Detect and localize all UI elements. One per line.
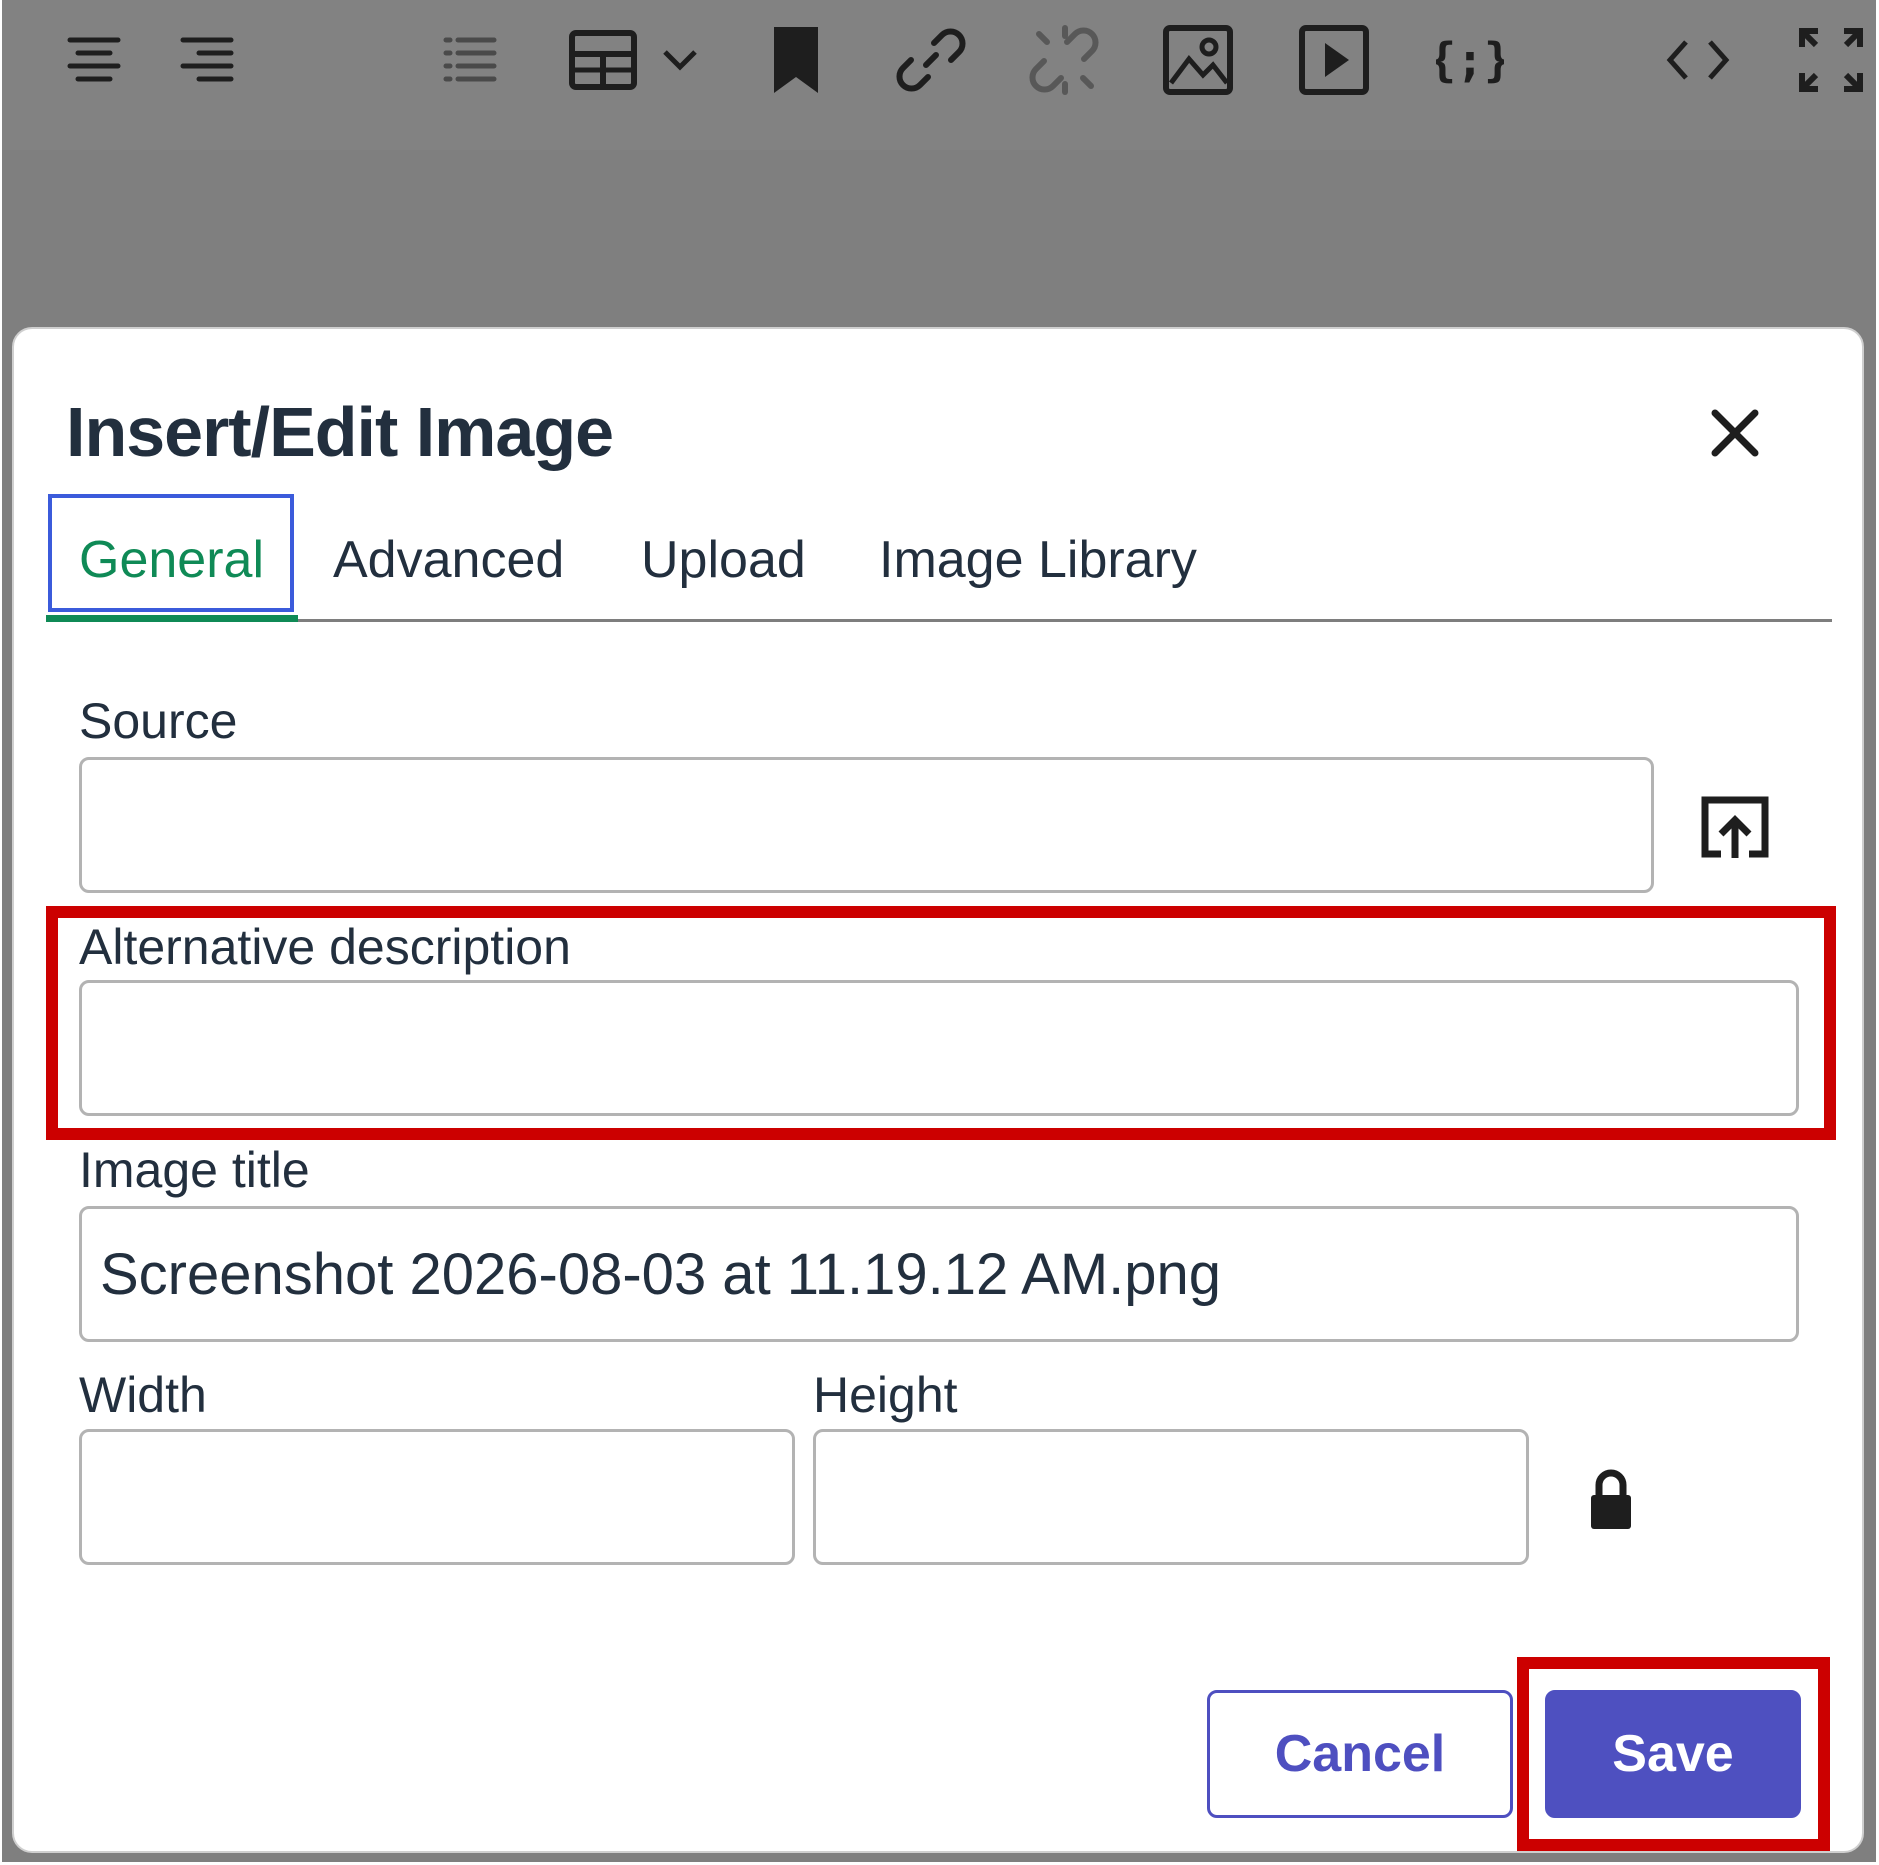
tab-image-library[interactable]: Image Library	[879, 530, 1197, 590]
browse-button[interactable]	[1695, 788, 1775, 868]
source-input[interactable]	[79, 757, 1654, 893]
align-right-icon[interactable]	[177, 18, 237, 102]
link-icon[interactable]	[895, 18, 967, 102]
image-title-label: Image title	[79, 1142, 310, 1198]
constrain-proportions-button[interactable]	[1585, 1465, 1637, 1535]
width-input[interactable]	[79, 1429, 795, 1565]
width-label: Width	[79, 1367, 207, 1423]
media-icon[interactable]	[1298, 18, 1370, 102]
close-button[interactable]	[1700, 398, 1770, 468]
tabs-divider	[46, 619, 1832, 622]
dialog-title: Insert/Edit Image	[66, 393, 614, 471]
close-icon	[1711, 409, 1759, 457]
cancel-button[interactable]: Cancel	[1207, 1690, 1513, 1818]
lock-icon	[1591, 1469, 1631, 1529]
height-label: Height	[813, 1367, 958, 1423]
editor-toolbar: {;}	[2, 0, 1876, 150]
table-icon[interactable]	[567, 18, 639, 102]
height-input[interactable]	[813, 1429, 1529, 1565]
bookmark-icon[interactable]	[770, 18, 822, 102]
image-title-input[interactable]	[79, 1206, 1799, 1342]
source-label: Source	[79, 693, 238, 749]
upload-icon	[1701, 796, 1769, 858]
chevron-down-icon[interactable]	[660, 18, 700, 102]
align-center-icon[interactable]	[64, 18, 124, 102]
source-code-icon[interactable]	[1662, 18, 1734, 102]
save-button-highlight	[1517, 1657, 1830, 1851]
svg-text:{;}: {;}	[1436, 33, 1504, 87]
numbered-list-icon[interactable]	[440, 18, 500, 102]
tab-advanced[interactable]: Advanced	[333, 530, 564, 590]
alt-description-highlight	[46, 906, 1836, 1140]
template-icon[interactable]: {;}	[1434, 18, 1506, 102]
active-tab-underline	[46, 615, 298, 622]
tab-general[interactable]: General	[79, 530, 264, 590]
image-icon[interactable]	[1162, 18, 1234, 102]
tab-upload[interactable]: Upload	[641, 530, 806, 590]
unlink-icon[interactable]	[1027, 18, 1103, 102]
fullscreen-icon[interactable]	[1797, 18, 1865, 102]
